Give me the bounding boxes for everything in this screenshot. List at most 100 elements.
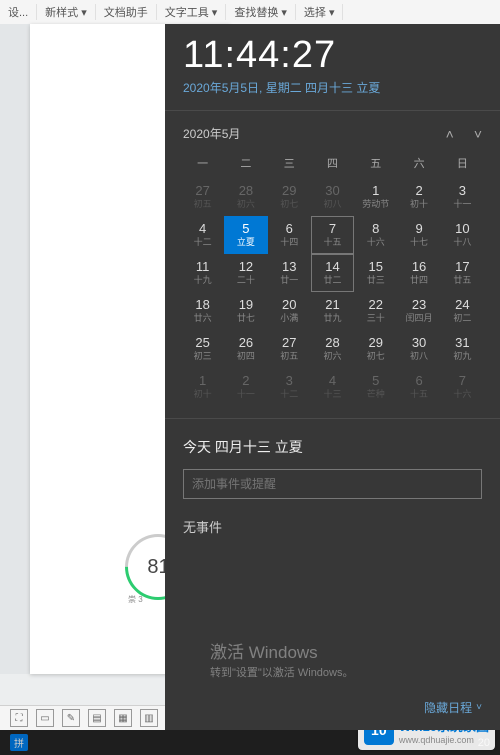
calendar-day[interactable]: 7十六 <box>441 368 484 406</box>
calendar-day[interactable]: 27初五 <box>268 330 311 368</box>
day-lunar: 初八 <box>323 198 341 210</box>
calendar-day[interactable]: 22三十 <box>354 292 397 330</box>
calendar-day[interactable]: 5芒种 <box>354 368 397 406</box>
calendar-day[interactable]: 1劳动节 <box>354 178 397 216</box>
calendar-day[interactable]: 4十二 <box>181 216 224 254</box>
weekday-header: 四 <box>311 152 354 174</box>
weekday-header: 一 <box>181 152 224 174</box>
day-number: 12 <box>239 260 253 274</box>
calendar-day[interactable]: 21廿九 <box>311 292 354 330</box>
calendar-day[interactable]: 1初十 <box>181 368 224 406</box>
toolbar-item-newstyle[interactable]: 新样式 ▾ <box>37 4 96 20</box>
day-lunar: 十五 <box>410 388 428 400</box>
layout1-icon[interactable]: ▤ <box>88 709 106 727</box>
fullscreen-icon[interactable]: ⛶ <box>10 709 28 727</box>
day-number: 30 <box>412 336 426 350</box>
weekday-header: 二 <box>224 152 267 174</box>
calendar-day[interactable]: 6十五 <box>397 368 440 406</box>
toolbar-item-findreplace[interactable]: 查找替换 ▾ <box>226 4 296 20</box>
toolbar-item-texttools[interactable]: 文字工具 ▾ <box>157 4 227 20</box>
calendar-day[interactable]: 5立夏 <box>224 216 267 254</box>
brush-icon[interactable]: ▥ <box>140 709 158 727</box>
toolbar-item-select[interactable]: 选择 ▾ <box>296 4 344 20</box>
readmode-icon[interactable]: ▭ <box>36 709 54 727</box>
calendar-day[interactable]: 2初十 <box>397 178 440 216</box>
calendar-day[interactable]: 27初五 <box>181 178 224 216</box>
calendar-day[interactable]: 29初七 <box>354 330 397 368</box>
calendar-day[interactable]: 2十一 <box>224 368 267 406</box>
calendar-day[interactable]: 17廿五 <box>441 254 484 292</box>
calendar-day[interactable]: 8十六 <box>354 216 397 254</box>
edit-icon[interactable]: ✎ <box>62 709 80 727</box>
calendar-day[interactable]: 31初九 <box>441 330 484 368</box>
calendar-day[interactable]: 3十一 <box>441 178 484 216</box>
calendar-day[interactable]: 29初七 <box>268 178 311 216</box>
calendar-day[interactable]: 16廿四 <box>397 254 440 292</box>
calendar-day[interactable]: 30初八 <box>397 330 440 368</box>
calendar-day[interactable]: 24初二 <box>441 292 484 330</box>
calendar-day[interactable]: 28初六 <box>311 330 354 368</box>
calendar-day[interactable]: 18廿六 <box>181 292 224 330</box>
calendar-day[interactable]: 7十五 <box>311 216 354 254</box>
month-next-button[interactable]: ˅ <box>474 126 482 142</box>
day-lunar: 初五 <box>194 198 212 210</box>
calendar-day[interactable]: 20小满 <box>268 292 311 330</box>
calendar-day[interactable]: 19廿七 <box>224 292 267 330</box>
calendar-day[interactable]: 25初三 <box>181 330 224 368</box>
day-number: 10 <box>455 222 469 236</box>
month-prev-button[interactable]: ˄ <box>446 126 454 142</box>
calendar-day[interactable]: 30初八 <box>311 178 354 216</box>
layout2-icon[interactable]: ▦ <box>114 709 132 727</box>
add-event-input[interactable] <box>183 469 482 499</box>
month-label[interactable]: 2020年5月 <box>183 125 240 142</box>
day-lunar: 廿六 <box>194 312 212 324</box>
calendar-day[interactable]: 23闰四月 <box>397 292 440 330</box>
toolbar-item[interactable]: 设... <box>0 4 37 20</box>
calendar-day[interactable]: 4十三 <box>311 368 354 406</box>
day-number: 9 <box>415 222 422 236</box>
calendar-day[interactable]: 9十七 <box>397 216 440 254</box>
calendar-day[interactable]: 10十八 <box>441 216 484 254</box>
calendar-flyout: 11:44:27 2020年5月5日, 星期二 四月十三 立夏 2020年5月 … <box>165 24 500 730</box>
day-number: 1 <box>372 184 379 198</box>
day-lunar: 闰四月 <box>406 312 433 324</box>
calendar-day[interactable]: 11十九 <box>181 254 224 292</box>
ime-indicator[interactable]: 拼 <box>10 734 28 751</box>
day-lunar: 廿四 <box>410 274 428 286</box>
calendar-day[interactable]: 3十二 <box>268 368 311 406</box>
day-lunar: 劳动节 <box>362 198 389 210</box>
day-lunar: 十二 <box>194 236 212 248</box>
no-events-label: 无事件 <box>183 517 482 536</box>
day-lunar: 三十 <box>367 312 385 324</box>
day-lunar: 初八 <box>410 350 428 362</box>
day-number: 20 <box>282 298 296 312</box>
day-number: 28 <box>325 336 339 350</box>
day-lunar: 初十 <box>410 198 428 210</box>
day-number: 2 <box>242 374 249 388</box>
calendar-day[interactable]: 14廿二 <box>311 254 354 292</box>
day-number: 17 <box>455 260 469 274</box>
app-top-toolbar: 设... 新样式 ▾ 文档助手 文字工具 ▾ 查找替换 ▾ 选择 ▾ <box>0 0 500 25</box>
calendar-day[interactable]: 26初四 <box>224 330 267 368</box>
day-number: 27 <box>282 336 296 350</box>
watermark-url: www.qdhuajie.com <box>399 735 489 745</box>
day-lunar: 初六 <box>237 198 255 210</box>
day-number: 15 <box>369 260 383 274</box>
day-number: 5 <box>372 374 379 388</box>
day-number: 24 <box>455 298 469 312</box>
calendar-day[interactable]: 12二十 <box>224 254 267 292</box>
divider <box>165 418 500 419</box>
calendar-day[interactable]: 28初六 <box>224 178 267 216</box>
clock-time: 11:44:27 <box>183 34 482 77</box>
calendar-day[interactable]: 15廿三 <box>354 254 397 292</box>
day-number: 3 <box>286 374 293 388</box>
day-lunar: 初二 <box>453 312 471 324</box>
calendar-day[interactable]: 6十四 <box>268 216 311 254</box>
hide-agenda-button[interactable]: 隐藏日程 ˅ <box>424 699 482 716</box>
day-number: 4 <box>199 222 206 236</box>
day-number: 7 <box>459 374 466 388</box>
date-line[interactable]: 2020年5月5日, 星期二 四月十三 立夏 <box>183 79 482 96</box>
toolbar-item-dochelper[interactable]: 文档助手 <box>96 4 157 20</box>
calendar-day[interactable]: 13廿一 <box>268 254 311 292</box>
day-number: 29 <box>282 184 296 198</box>
